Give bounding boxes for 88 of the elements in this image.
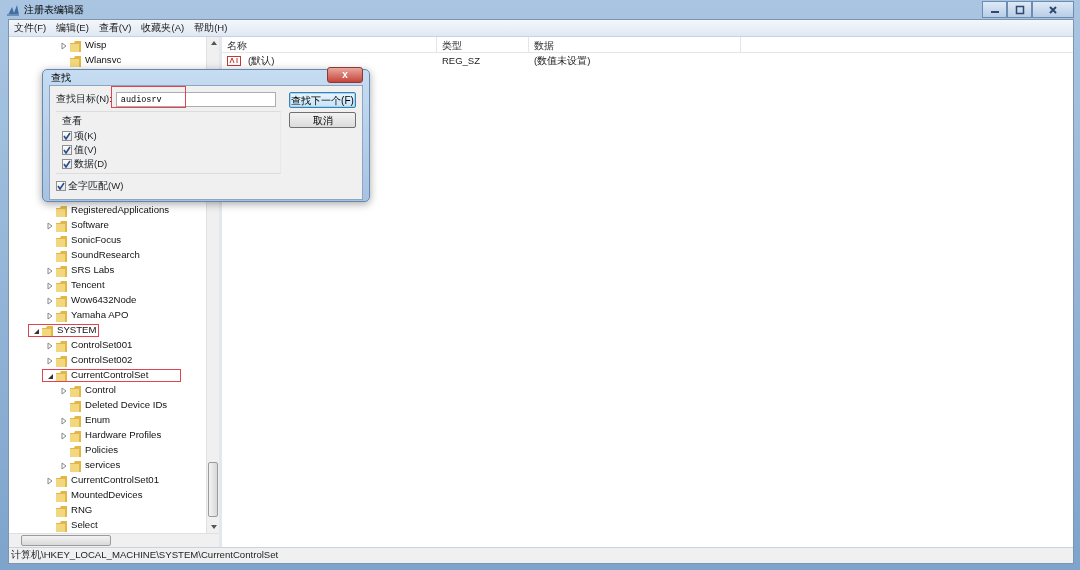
- tree-item[interactable]: SRS Labs: [71, 263, 115, 278]
- folder-icon: [55, 488, 68, 503]
- value-data: (数值未设置): [533, 53, 592, 68]
- column-header[interactable]: 名称: [222, 37, 437, 52]
- folder-icon: [69, 398, 82, 413]
- close-icon: [1048, 4, 1058, 15]
- tree-item[interactable]: Wisp: [85, 38, 107, 53]
- folder-icon: [55, 248, 68, 263]
- checkbox-label: 全字匹配(W): [68, 179, 124, 194]
- folder-icon: [55, 263, 68, 278]
- group-label: 查看: [62, 114, 83, 128]
- folder-icon: [69, 428, 82, 443]
- search-field[interactable]: audiosrv: [115, 92, 276, 107]
- tree-item[interactable]: RegisteredApplications: [71, 203, 170, 218]
- minimize-button[interactable]: [982, 1, 1007, 18]
- folder-icon: [41, 323, 54, 338]
- tree-item[interactable]: SYSTEM: [57, 323, 97, 338]
- folder-icon: [69, 458, 82, 473]
- scrollbar-thumb[interactable]: [208, 462, 218, 517]
- folder-icon: [55, 308, 68, 323]
- tree-item[interactable]: ControlSet001: [71, 338, 133, 353]
- tree-item[interactable]: Enum: [85, 413, 111, 428]
- scroll-down-icon: [210, 524, 218, 530]
- tree-item[interactable]: Wlansvc: [85, 53, 122, 68]
- menu-item[interactable]: 编辑(E): [51, 20, 94, 36]
- tree-item[interactable]: Control: [85, 383, 116, 398]
- menu-item[interactable]: 查看(V): [93, 20, 137, 36]
- folder-icon: [69, 383, 82, 398]
- scrollbar-thumb[interactable]: [21, 535, 111, 546]
- status-path: 计算机\HKEY_LOCAL_MACHINE\SYSTEM\CurrentControlSet: [10, 548, 279, 563]
- tree-item[interactable]: services: [85, 458, 121, 473]
- checkbox-label: 值(V): [74, 143, 97, 158]
- checkbox[interactable]: [62, 159, 72, 170]
- tree-item[interactable]: Tencent: [71, 278, 105, 293]
- folder-icon: [55, 368, 68, 383]
- folder-icon: [55, 218, 68, 233]
- tree-item[interactable]: Select: [71, 518, 98, 533]
- folder-icon: [69, 53, 82, 68]
- checkbox[interactable]: [56, 181, 66, 192]
- close-button[interactable]: [1032, 1, 1074, 18]
- folder-icon: [55, 203, 68, 218]
- field-label: 查找目标(N):: [56, 92, 112, 107]
- checkbox-label: 项(K): [74, 129, 97, 144]
- check-icon: [57, 182, 65, 191]
- column-header[interactable]: 数据: [529, 37, 741, 52]
- tree-item[interactable]: Hardware Profiles: [85, 428, 162, 443]
- tree-item[interactable]: Software: [71, 218, 109, 233]
- minimize-icon: [990, 11, 999, 13]
- column-header[interactable]: 类型: [437, 37, 529, 52]
- tree-item[interactable]: SonicFocus: [71, 233, 122, 248]
- tree-item[interactable]: Deleted Device IDs: [85, 398, 168, 413]
- find-next-button[interactable]: 查找下一个(F): [289, 92, 356, 108]
- folder-icon: [55, 338, 68, 353]
- menu-item[interactable]: 收藏夹(A): [136, 20, 190, 36]
- horizontal-scrollbar[interactable]: [9, 533, 219, 547]
- menu-item[interactable]: 帮助(H): [189, 20, 233, 36]
- folder-icon: [55, 353, 68, 368]
- tree-item[interactable]: Yamaha APO: [71, 308, 129, 323]
- tree-item[interactable]: CurrentControlSet: [71, 368, 149, 383]
- maximize-button[interactable]: [1007, 1, 1032, 18]
- checkbox-label: 数据(D): [74, 157, 108, 172]
- folder-icon: [69, 443, 82, 458]
- folder-icon: [55, 473, 68, 488]
- folder-icon: [55, 278, 68, 293]
- folder-icon: [69, 38, 82, 53]
- tree-item[interactable]: CurrentControlSet01: [71, 473, 159, 488]
- tree-item[interactable]: SoundResearch: [71, 248, 140, 263]
- value-type: REG_SZ: [441, 53, 481, 68]
- checkbox[interactable]: [62, 145, 72, 156]
- scroll-up-icon: [210, 40, 218, 46]
- folder-icon: [55, 233, 68, 248]
- folder-icon: [55, 503, 68, 518]
- tree-item[interactable]: RNG: [71, 503, 93, 518]
- cancel-button[interactable]: 取消: [289, 112, 356, 128]
- folder-icon: [55, 293, 68, 308]
- tree-item[interactable]: Wow6432Node: [71, 293, 137, 308]
- tree-item[interactable]: Policies: [85, 443, 119, 458]
- folder-icon: [69, 413, 82, 428]
- maximize-icon: [1014, 4, 1025, 15]
- folder-icon: [55, 518, 68, 533]
- window-title: 注册表编辑器: [24, 3, 84, 17]
- menu-item[interactable]: 文件(F): [9, 20, 52, 36]
- value-name: (默认): [247, 53, 276, 68]
- checkbox[interactable]: [62, 131, 72, 142]
- tree-item[interactable]: ControlSet002: [71, 353, 133, 368]
- dialog-title: 查找: [50, 71, 71, 85]
- tree-item[interactable]: MountedDevices: [71, 488, 143, 503]
- string-value-icon: [227, 55, 241, 67]
